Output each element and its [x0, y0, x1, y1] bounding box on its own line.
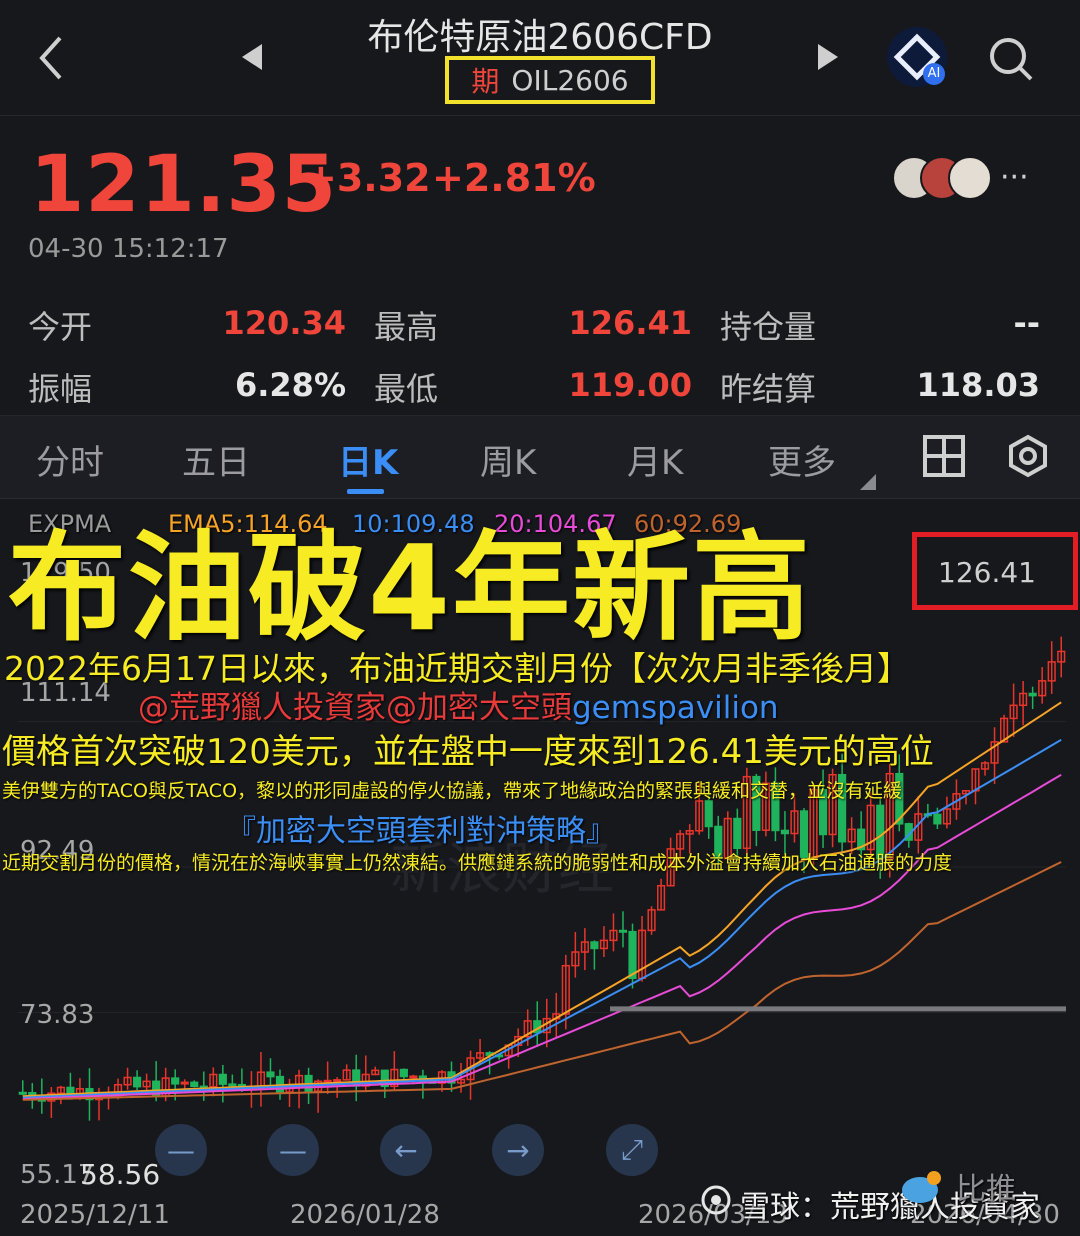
tab-intraday[interactable]: 分时: [36, 435, 104, 484]
next-triangle-icon[interactable]: [816, 42, 842, 72]
left-arrow-icon[interactable]: ←: [380, 1124, 432, 1176]
overlay-line-6: 近期交割月份的價格，情況在於海峽事實上仍然凍結。供應鏈系統的脆弱性和成本外溢會持…: [2, 852, 953, 874]
candle-body: [1028, 692, 1037, 697]
overlay-line-3: 價格首次突破120美元，並在盤中一度來到126.41美元的高位: [2, 732, 934, 772]
candle-body: [399, 1068, 408, 1078]
period-tab-bar: [0, 415, 1080, 499]
stat-value-open: 120.34: [222, 304, 346, 342]
stat-label-prev-settle: 昨结算: [720, 370, 817, 408]
stat-label-open-interest: 持仓量: [720, 308, 817, 346]
right-arrow-icon[interactable]: →: [492, 1124, 544, 1176]
futures-tag: 期: [471, 65, 500, 98]
follower-avatars[interactable]: [892, 156, 992, 200]
candle-body: [323, 1079, 332, 1083]
tab-more[interactable]: 更多: [768, 435, 836, 484]
stat-value-open-interest: --: [1013, 304, 1040, 342]
settings-gear-icon[interactable]: [1006, 434, 1050, 478]
ai-logo-icon[interactable]: AI: [886, 26, 948, 88]
candle-body: [704, 800, 713, 828]
candle-body: [628, 930, 637, 980]
candle-body: [590, 941, 599, 950]
contract-code: 期 OIL2606: [445, 56, 655, 104]
x-tick-label: 2026/01/28: [290, 1200, 440, 1230]
overlay-line-2: @荒野獵人投資家@加密大空頭gemspavilion: [138, 682, 779, 727]
stat-value-prev-settle: 118.03: [916, 366, 1040, 404]
overlay-site: gemspavilion: [572, 690, 779, 726]
candle-body: [18, 1091, 27, 1095]
stat-label-low: 最低: [374, 370, 439, 408]
overlay-line-4: 美伊雙方的TACO與反TACO，黎以的形同虛設的停火協議，帶來了地緣政治的緊張與…: [2, 780, 903, 802]
tab-five-day[interactable]: 五日: [182, 435, 250, 484]
stat-value-low: 119.00: [568, 366, 692, 404]
price-change-pct: +2.81%: [432, 156, 596, 200]
candle-body: [618, 929, 628, 933]
stat-label-high: 最高: [374, 308, 439, 346]
search-icon[interactable]: [988, 36, 1034, 82]
x-tick-label: 2025/12/11: [20, 1200, 170, 1230]
avatar: [948, 156, 992, 200]
quote-timestamp: 04-30 15:12:17: [28, 234, 229, 264]
candle-body: [218, 1073, 227, 1085]
candle-body: [180, 1081, 189, 1085]
candle-body: [733, 817, 742, 850]
snowball-logo-icon: [700, 1184, 732, 1216]
candle-body: [171, 1077, 180, 1085]
last-price: 121.35: [30, 140, 337, 230]
stat-value-high: 126.41: [568, 304, 692, 342]
tab-monthly-k[interactable]: 月K: [627, 435, 683, 484]
headline-overlay: 布油破4年新高: [8, 519, 813, 657]
more-dropdown-icon: [860, 474, 876, 490]
contract-code-text: OIL2606: [511, 63, 629, 97]
candle-body: [190, 1081, 199, 1088]
candle-body: [228, 1083, 237, 1087]
candle-body: [133, 1076, 142, 1088]
ai-badge: AI: [927, 66, 941, 81]
candle-body: [409, 1075, 418, 1079]
tab-weekly-k[interactable]: 周K: [480, 435, 536, 484]
fullscreen-icon[interactable]: ⤢: [606, 1124, 658, 1176]
candle-body: [780, 829, 790, 835]
tab-daily-k[interactable]: 日K: [338, 435, 398, 484]
more-options-icon[interactable]: ···: [1000, 160, 1029, 195]
layout-grid-icon[interactable]: [922, 434, 966, 478]
stat-value-amplitude: 6.28%: [234, 366, 346, 404]
candle-body: [333, 1079, 342, 1083]
zoom-out-icon[interactable]: —: [155, 1124, 207, 1176]
candle-body: [266, 1071, 275, 1078]
bird-logo-icon: [898, 1168, 944, 1208]
candle-body: [933, 813, 942, 825]
price-change: +3.32: [305, 156, 431, 200]
stat-label-open: 今开: [28, 308, 93, 346]
stat-label-amplitude: 振幅: [28, 370, 93, 408]
y-tick-label: 73.83: [20, 1000, 95, 1030]
minus-icon[interactable]: —: [267, 1124, 319, 1176]
high-price-highlight: [912, 532, 1078, 610]
overlay-line-5: 『加密大空頭套利對沖策略』: [226, 814, 616, 849]
watermark-bitcoin: 比推: [956, 1172, 1016, 1207]
low-price-label: 58.56: [80, 1158, 161, 1191]
overlay-author: @荒野獵人投資家@加密大空頭: [138, 690, 572, 726]
